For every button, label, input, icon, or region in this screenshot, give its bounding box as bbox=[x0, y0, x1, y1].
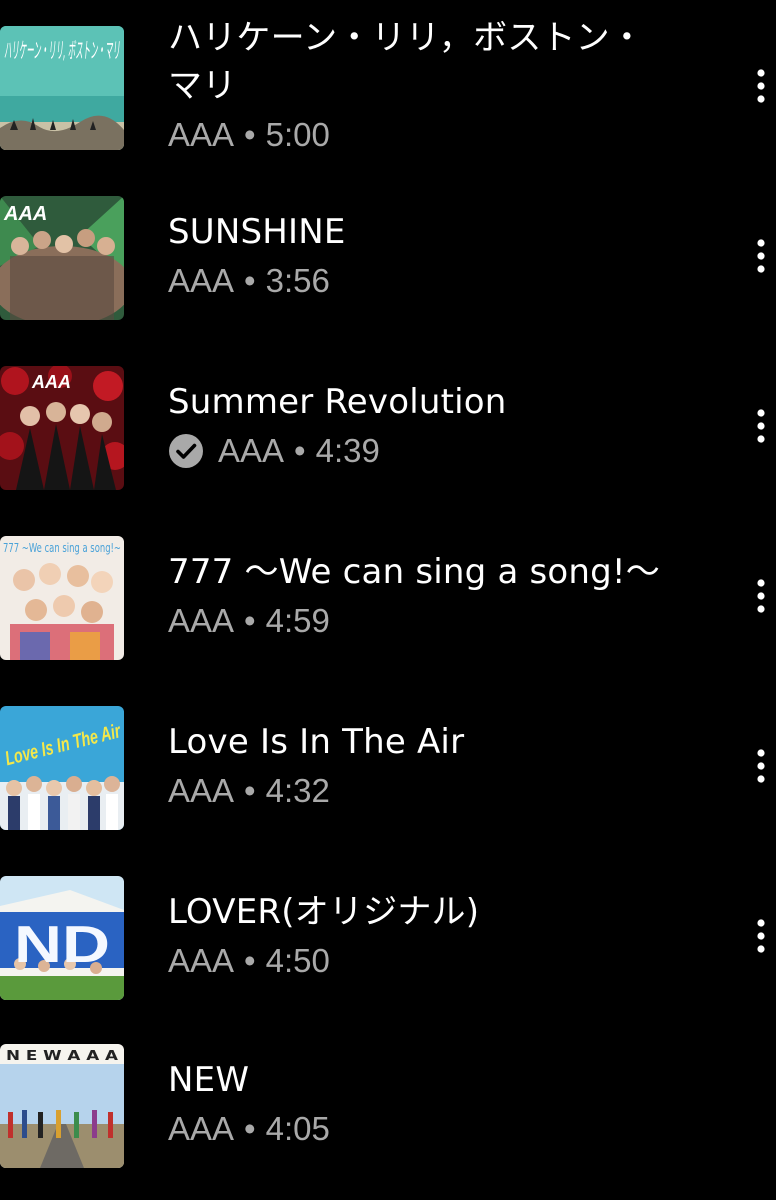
check-circle-icon bbox=[168, 433, 204, 469]
track-info: Love Is In The Air AAA • 4:32 bbox=[168, 718, 716, 812]
album-art-text: N E W A A A bbox=[6, 1049, 118, 1064]
track-row[interactable]: Love Is In The Air Love Is In The Air AA… bbox=[0, 700, 776, 840]
track-list: ハリケーン・リリ, ボストン・マリ ハリケーン・リリ，ボストン・ マリ AAA … bbox=[0, 0, 776, 1200]
separator-dot: • bbox=[244, 116, 256, 153]
track-title: Love Is In The Air bbox=[168, 722, 465, 762]
track-artist: AAA bbox=[168, 262, 235, 299]
more-vert-icon[interactable] bbox=[746, 736, 776, 796]
track-info: ハリケーン・リリ，ボストン・ マリ AAA • 5:00 bbox=[168, 14, 716, 156]
track-title: 777 〜We can sing a song!〜 bbox=[168, 552, 660, 592]
track-duration: 4:32 bbox=[265, 772, 330, 809]
track-subtitle: AAA • 4:39 bbox=[168, 430, 716, 472]
track-title-line: ハリケーン・リリ，ボストン・ bbox=[168, 18, 645, 58]
more-vert-icon[interactable] bbox=[746, 226, 776, 286]
album-art-text: ハリケーン・リリ, ボストン・マリ bbox=[4, 39, 120, 64]
more-vert-icon[interactable] bbox=[746, 906, 776, 966]
separator-dot: • bbox=[244, 1110, 256, 1147]
track-info: SUNSHINE AAA • 3:56 bbox=[168, 208, 716, 302]
track-duration: 4:05 bbox=[265, 1110, 330, 1147]
track-duration: 4:50 bbox=[265, 942, 330, 979]
track-row[interactable]: AAA SUNSHINE AAA • 3:56 bbox=[0, 190, 776, 330]
track-subtitle: AAA • 4:32 bbox=[168, 770, 716, 812]
track-artist: AAA bbox=[168, 116, 235, 153]
track-duration: 4:39 bbox=[315, 432, 380, 469]
album-art: 777 ~We can sing a song!~ bbox=[0, 536, 124, 660]
track-artist: AAA bbox=[168, 1110, 235, 1147]
track-title-line: マリ bbox=[168, 66, 237, 106]
track-subtitle: AAA • 4:50 bbox=[168, 940, 716, 982]
track-title: SUNSHINE bbox=[168, 212, 346, 252]
separator-dot: • bbox=[244, 602, 256, 639]
track-subtitle: AAA • 4:05 bbox=[168, 1108, 716, 1150]
album-art-text: AAA bbox=[31, 372, 71, 392]
track-title: NEW bbox=[168, 1060, 250, 1100]
track-artist: AAA bbox=[168, 602, 235, 639]
album-art: ND bbox=[0, 876, 124, 1000]
separator-dot: • bbox=[244, 942, 256, 979]
separator-dot: • bbox=[244, 772, 256, 809]
track-info: NEW AAA • 4:05 bbox=[168, 1056, 716, 1150]
album-art: AAA bbox=[0, 366, 124, 490]
track-artist: AAA bbox=[168, 942, 235, 979]
album-art: N E W A A A bbox=[0, 1044, 124, 1168]
album-art: ハリケーン・リリ, ボストン・マリ bbox=[0, 26, 124, 150]
track-info: Summer Revolution AAA • 4:39 bbox=[168, 378, 716, 472]
track-duration: 3:56 bbox=[265, 262, 330, 299]
track-duration: 4:59 bbox=[265, 602, 330, 639]
separator-dot: • bbox=[294, 432, 306, 469]
album-art: Love Is In The Air bbox=[0, 706, 124, 830]
track-title: Summer Revolution bbox=[168, 382, 507, 422]
track-subtitle: AAA • 5:00 bbox=[168, 114, 716, 156]
track-row[interactable]: N E W A A A NEW AAA • 4:05 bbox=[0, 1038, 776, 1178]
track-row[interactable]: AAA Summer Revolution AAA • 4:39 bbox=[0, 360, 776, 500]
more-vert-icon[interactable] bbox=[746, 566, 776, 626]
track-duration: 5:00 bbox=[265, 116, 330, 153]
track-title: LOVER(オリジナル) bbox=[168, 892, 480, 932]
album-art: AAA bbox=[0, 196, 124, 320]
separator-dot: • bbox=[244, 262, 256, 299]
track-row[interactable]: 777 ~We can sing a song!~ 777 〜We can si… bbox=[0, 530, 776, 670]
album-art-text: AAA bbox=[3, 203, 47, 225]
track-artist: AAA bbox=[168, 772, 235, 809]
track-subtitle: AAA • 4:59 bbox=[168, 600, 716, 642]
track-row[interactable]: ハリケーン・リリ, ボストン・マリ ハリケーン・リリ，ボストン・ マリ AAA … bbox=[0, 18, 776, 160]
track-info: LOVER(オリジナル) AAA • 4:50 bbox=[168, 888, 716, 982]
more-vert-icon[interactable] bbox=[746, 396, 776, 456]
track-subtitle: AAA • 3:56 bbox=[168, 260, 716, 302]
track-artist: AAA bbox=[218, 432, 285, 469]
album-art-text: ND bbox=[14, 916, 110, 974]
more-vert-icon[interactable] bbox=[746, 56, 776, 116]
track-row[interactable]: ND LOVER(オリジナル) AAA • 4:50 bbox=[0, 870, 776, 1010]
album-art-text: 777 ~We can sing a song!~ bbox=[3, 541, 121, 555]
track-info: 777 〜We can sing a song!〜 AAA • 4:59 bbox=[168, 548, 716, 642]
track-title: ハリケーン・リリ，ボストン・ マリ bbox=[168, 14, 716, 110]
